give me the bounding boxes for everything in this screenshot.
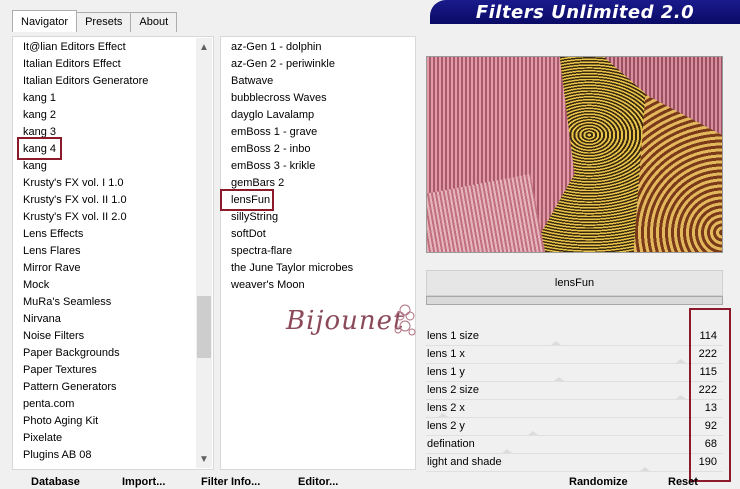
- param-slider[interactable]: lens 1 size 114: [426, 328, 723, 346]
- database-button[interactable]: Database: [31, 476, 80, 489]
- category-list[interactable]: It@lian Editors Effect Italian Editors E…: [12, 36, 214, 470]
- category-scrollbar[interactable]: ▲ ▼: [196, 38, 212, 468]
- category-item[interactable]: Noise Filters: [23, 328, 84, 345]
- filter-item[interactable]: emBoss 1 - grave: [231, 124, 317, 141]
- reset-button[interactable]: Reset: [668, 476, 698, 489]
- category-item[interactable]: Lens Flares: [23, 243, 80, 260]
- filter-item[interactable]: spectra-flare: [231, 243, 292, 260]
- category-item[interactable]: Pixelate: [23, 430, 62, 447]
- filter-item[interactable]: dayglo Lavalamp: [231, 107, 314, 124]
- param-slider[interactable]: lens 2 size 222: [426, 382, 723, 400]
- chevron-down-icon[interactable]: ▼: [196, 452, 212, 468]
- filter-list[interactable]: az-Gen 1 - dolphin az-Gen 2 - periwinkle…: [220, 36, 416, 470]
- watermark-logo: Bijounet: [282, 300, 416, 344]
- param-slider[interactable]: lens 1 x 222: [426, 346, 723, 364]
- flower-icon: [394, 304, 416, 336]
- filter-item[interactable]: weaver's Moon: [231, 277, 305, 294]
- param-label: lens 1 x: [427, 348, 465, 360]
- filter-item[interactable]: az-Gen 1 - dolphin: [231, 39, 322, 56]
- category-item[interactable]: kang: [23, 158, 47, 175]
- tab-about[interactable]: About: [130, 12, 178, 32]
- filter-name-label: lensFun: [426, 270, 723, 296]
- import-button[interactable]: Import...: [122, 476, 165, 489]
- category-item[interactable]: Paper Backgrounds: [23, 345, 120, 362]
- category-item[interactable]: Photo Aging Kit: [23, 413, 98, 430]
- category-item[interactable]: Italian Editors Generatore: [23, 73, 148, 90]
- filter-item[interactable]: az-Gen 2 - periwinkle: [231, 56, 335, 73]
- category-item[interactable]: Krusty's FX vol. II 2.0: [23, 209, 127, 226]
- param-label: lens 2 y: [427, 420, 465, 432]
- filter-item[interactable]: the June Taylor microbes: [231, 260, 353, 277]
- filter-item[interactable]: softDot: [231, 226, 266, 243]
- param-slider[interactable]: lens 2 x 13: [426, 400, 723, 418]
- progress-bar: [426, 296, 723, 305]
- category-item[interactable]: Mock: [23, 277, 49, 294]
- category-item[interactable]: kang 2: [23, 107, 56, 124]
- filter-item[interactable]: emBoss 3 - krikle: [231, 158, 315, 175]
- scrollbar-thumb[interactable]: [197, 296, 211, 358]
- category-item[interactable]: Pattern Generators: [23, 379, 117, 396]
- category-item[interactable]: Plugins AB 08: [23, 447, 92, 464]
- values-highlight-box: [689, 308, 731, 482]
- category-item[interactable]: kang 1: [23, 90, 56, 107]
- category-item[interactable]: Mirror Rave: [23, 260, 80, 277]
- param-label: lens 1 size: [427, 330, 479, 342]
- filter-item[interactable]: Batwave: [231, 73, 273, 90]
- filter-item[interactable]: bubblecross Waves: [231, 90, 327, 107]
- tab-presets[interactable]: Presets: [76, 12, 132, 32]
- param-slider[interactable]: defination 68: [426, 436, 723, 454]
- filter-info-button[interactable]: Filter Info...: [201, 476, 260, 489]
- tab-navigator[interactable]: Navigator: [12, 10, 78, 32]
- parameter-panel: lens 1 size 114 lens 1 x 222 lens 1 y 11…: [426, 308, 723, 472]
- banner-title: Filters Unlimited 2.0: [475, 2, 695, 23]
- chevron-up-icon[interactable]: ▲: [196, 40, 212, 56]
- filter-item[interactable]: sillyString: [231, 209, 278, 226]
- param-label: lens 2 size: [427, 384, 479, 396]
- editor-button[interactable]: Editor...: [298, 476, 338, 489]
- tab-bar: Navigator Presets About: [12, 10, 178, 32]
- category-item[interactable]: MuRa's Seamless: [23, 294, 111, 311]
- category-item[interactable]: Lens Effects: [23, 226, 83, 243]
- filter-item[interactable]: emBoss 2 - inbo: [231, 141, 310, 158]
- category-item[interactable]: Krusty's FX vol. II 1.0: [23, 192, 127, 209]
- category-item[interactable]: It@lian Editors Effect: [23, 39, 126, 56]
- param-slider[interactable]: light and shade 190: [426, 454, 723, 472]
- param-label: lens 1 y: [427, 366, 465, 378]
- param-slider[interactable]: lens 2 y 92: [426, 418, 723, 436]
- category-item[interactable]: Nirvana: [23, 311, 61, 328]
- category-item[interactable]: penta.com: [23, 396, 74, 413]
- watermark-text: Bijounet: [286, 306, 405, 336]
- filter-preview-image: [426, 56, 723, 253]
- category-item[interactable]: Krusty's FX vol. I 1.0: [23, 175, 124, 192]
- randomize-button[interactable]: Randomize: [569, 476, 628, 489]
- category-selection-highlight: [17, 137, 62, 160]
- param-label: defination: [427, 438, 475, 450]
- title-banner: Filters Unlimited 2.0: [430, 0, 740, 24]
- category-item[interactable]: Paper Textures: [23, 362, 97, 379]
- param-label: light and shade: [427, 456, 502, 468]
- filter-selection-highlight: [220, 189, 274, 211]
- param-slider[interactable]: lens 1 y 115: [426, 364, 723, 382]
- category-item[interactable]: Italian Editors Effect: [23, 56, 121, 73]
